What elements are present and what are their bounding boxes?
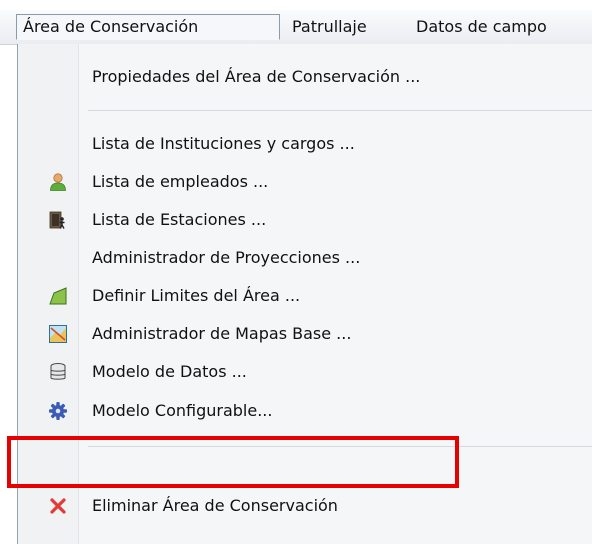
gear-icon bbox=[48, 401, 68, 421]
menu-item-eliminar-label: Eliminar Área de Conservación bbox=[92, 496, 338, 515]
menu-item-eliminar[interactable]: Eliminar Área de Conservación bbox=[18, 489, 592, 523]
area-boundary-icon bbox=[48, 286, 68, 306]
menu-item-empleados[interactable]: Lista de empleados ... bbox=[18, 165, 592, 199]
delete-icon bbox=[48, 496, 68, 516]
menu-item-modelo-datos-label: Modelo de Datos ... bbox=[92, 362, 247, 381]
basemap-icon bbox=[48, 324, 68, 344]
employee-icon bbox=[48, 172, 68, 192]
menu-item-instituciones[interactable]: Lista de Instituciones y cargos ... bbox=[18, 127, 592, 161]
menu-item-proyecciones-label: Administrador de Proyecciones ... bbox=[92, 248, 361, 267]
menu-item-definir-limites-label: Definir Limites del Área ... bbox=[92, 286, 301, 305]
menu-separator bbox=[88, 110, 592, 111]
station-icon bbox=[48, 210, 68, 230]
menu-item-propiedades[interactable]: Propiedades del Área de Conservación ... bbox=[18, 60, 592, 94]
menu-item-definir-limites[interactable]: Definir Limites del Área ... bbox=[18, 279, 592, 313]
menu-area-conservacion-label: Área de Conservación bbox=[23, 17, 199, 36]
menu-item-empleados-label: Lista de empleados ... bbox=[92, 172, 269, 191]
menu-patrullaje-label: Patrullaje bbox=[292, 17, 367, 36]
highlight-annotation-box bbox=[7, 436, 459, 488]
app-window: Área de Conservación Patrullaje Datos de… bbox=[0, 0, 592, 544]
menu-area-conservacion[interactable]: Área de Conservación bbox=[16, 14, 280, 40]
database-icon bbox=[48, 362, 68, 382]
menu-item-instituciones-label: Lista de Instituciones y cargos ... bbox=[92, 134, 355, 153]
menubar: Área de Conservación Patrullaje Datos de… bbox=[0, 10, 592, 45]
menu-item-estaciones[interactable]: Lista de Estaciones ... bbox=[18, 203, 592, 237]
menu-item-modelo-configurable[interactable]: Modelo Configurable... bbox=[18, 394, 592, 428]
menu-item-mapas-base[interactable]: Administrador de Mapas Base ... bbox=[18, 317, 592, 351]
menu-item-modelo-datos[interactable]: Modelo de Datos ... bbox=[18, 355, 592, 389]
menu-item-estaciones-label: Lista de Estaciones ... bbox=[92, 210, 267, 229]
menu-datos-de-campo[interactable]: Datos de campo bbox=[410, 14, 553, 40]
menu-item-mapas-base-label: Administrador de Mapas Base ... bbox=[92, 324, 352, 343]
menu-item-propiedades-label: Propiedades del Área de Conservación ... bbox=[92, 67, 421, 86]
menu-patrullaje[interactable]: Patrullaje bbox=[286, 14, 373, 40]
menu-item-proyecciones[interactable]: Administrador de Proyecciones ... bbox=[18, 241, 592, 275]
menu-datos-de-campo-label: Datos de campo bbox=[416, 17, 547, 36]
menu-item-modelo-configurable-label: Modelo Configurable... bbox=[92, 401, 273, 420]
